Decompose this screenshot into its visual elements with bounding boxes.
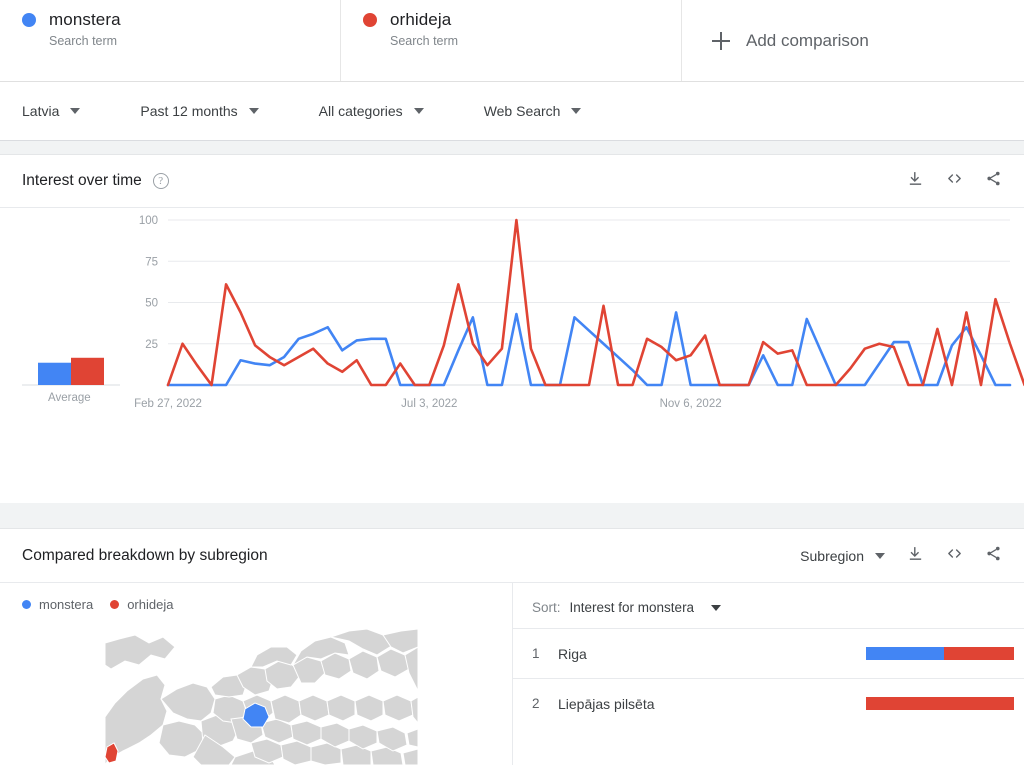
embed-icon[interactable] bbox=[945, 545, 964, 567]
filter-category[interactable]: All categories bbox=[319, 103, 424, 119]
subregion-level-label: Subregion bbox=[800, 548, 864, 564]
bar-segment-orhideja bbox=[944, 647, 1014, 660]
table-row[interactable]: 1 Riga bbox=[513, 628, 1024, 678]
section-spacer bbox=[0, 141, 1024, 155]
filters-bar: Latvia Past 12 months All categories Web… bbox=[0, 82, 1024, 141]
search-term-name: orhideja bbox=[390, 10, 451, 30]
region-name: Riga bbox=[558, 646, 866, 662]
add-comparison-button[interactable]: Add comparison bbox=[682, 0, 1024, 81]
plus-icon bbox=[712, 32, 730, 50]
map-svg bbox=[105, 625, 418, 765]
filter-time-range-label: Past 12 months bbox=[140, 103, 237, 119]
term-header: orhideja bbox=[363, 10, 681, 30]
filter-search-type[interactable]: Web Search bbox=[484, 103, 582, 119]
card-actions bbox=[907, 545, 1002, 567]
subregion-title: Compared breakdown by subregion bbox=[22, 547, 268, 565]
sort-value: Interest for monstera bbox=[570, 600, 695, 615]
bar-segment-monstera bbox=[866, 647, 944, 660]
table-row[interactable]: 2 Liepājas pilsēta bbox=[513, 678, 1024, 728]
sort-control[interactable]: Sort: Interest for monstera bbox=[513, 591, 1024, 628]
search-term-name: monstera bbox=[49, 10, 121, 30]
map-legend: monstera orhideja bbox=[22, 597, 512, 612]
average-label: Average bbox=[48, 392, 91, 404]
chevron-down-icon bbox=[414, 108, 424, 114]
subregion-level-dropdown[interactable]: Subregion bbox=[800, 548, 885, 564]
svg-text:25: 25 bbox=[145, 339, 158, 351]
chevron-down-icon bbox=[249, 108, 259, 114]
filter-location-label: Latvia bbox=[22, 103, 59, 119]
interest-over-time-header: Interest over time ? bbox=[0, 155, 1024, 208]
chevron-down-icon bbox=[711, 605, 721, 611]
series-dot-red bbox=[110, 600, 119, 609]
search-terms-bar: monstera Search term orhideja Search ter… bbox=[0, 0, 1024, 82]
card-actions bbox=[907, 170, 1002, 192]
filter-search-type-label: Web Search bbox=[484, 103, 561, 119]
legend-item-monstera: monstera bbox=[22, 597, 93, 612]
download-icon[interactable] bbox=[907, 545, 924, 567]
term-header: monstera bbox=[22, 10, 340, 30]
subregion-map-column: monstera orhideja bbox=[0, 583, 512, 765]
sort-label: Sort: bbox=[532, 600, 561, 615]
chevron-down-icon bbox=[571, 108, 581, 114]
filter-location[interactable]: Latvia bbox=[22, 103, 80, 119]
add-comparison-label: Add comparison bbox=[746, 31, 869, 51]
latvia-choropleth-map[interactable] bbox=[105, 625, 418, 765]
region-share-bar bbox=[866, 697, 1014, 710]
page-title: Interest over time bbox=[22, 172, 142, 190]
embed-icon[interactable] bbox=[945, 170, 964, 192]
download-icon[interactable] bbox=[907, 170, 924, 192]
search-term-card-0[interactable]: monstera Search term bbox=[0, 0, 341, 81]
subregion-header: Compared breakdown by subregion Subregio… bbox=[0, 529, 1024, 583]
region-name: Liepājas pilsēta bbox=[558, 696, 866, 712]
interest-over-time-card: Interest over time ? 25 50 75 100 Feb 27, 20… bbox=[0, 155, 1024, 503]
search-term-sublabel: Search term bbox=[49, 34, 340, 48]
bar-segment-orhideja bbox=[866, 697, 1014, 710]
svg-text:75: 75 bbox=[145, 256, 158, 268]
subregion-list-column: Sort: Interest for monstera 1 Riga 2 Lie… bbox=[512, 583, 1024, 765]
svg-text:100: 100 bbox=[139, 215, 158, 227]
legend-label: monstera bbox=[39, 597, 93, 612]
section-spacer bbox=[0, 503, 1024, 529]
series-dot-blue bbox=[22, 13, 36, 27]
trend-line-chart[interactable]: 25 50 75 100 Feb 27, 2022 Jul 3, 2022 Nov 6, 2… bbox=[0, 208, 1024, 503]
svg-text:50: 50 bbox=[145, 298, 158, 310]
interest-over-time-chart: 25 50 75 100 Feb 27, 2022 Jul 3, 2022 Nov 6, 2… bbox=[0, 208, 1024, 503]
search-term-sublabel: Search term bbox=[390, 34, 681, 48]
search-term-card-1[interactable]: orhideja Search term bbox=[341, 0, 682, 81]
series-dot-red bbox=[363, 13, 377, 27]
region-rank: 1 bbox=[532, 646, 558, 661]
share-icon[interactable] bbox=[985, 170, 1002, 192]
subregion-card: Compared breakdown by subregion Subregio… bbox=[0, 529, 1024, 765]
region-share-bar bbox=[866, 647, 1014, 660]
svg-text:Nov 6, 2022: Nov 6, 2022 bbox=[660, 398, 722, 410]
legend-item-orhideja: orhideja bbox=[110, 597, 173, 612]
filter-category-label: All categories bbox=[319, 103, 403, 119]
help-icon[interactable]: ? bbox=[153, 173, 169, 189]
region-rank: 2 bbox=[532, 696, 558, 711]
svg-text:Jul 3, 2022: Jul 3, 2022 bbox=[401, 398, 457, 410]
svg-text:Feb 27, 2022: Feb 27, 2022 bbox=[134, 398, 202, 410]
subregion-body: monstera orhideja bbox=[0, 583, 1024, 765]
filter-time-range[interactable]: Past 12 months bbox=[140, 103, 258, 119]
chevron-down-icon bbox=[70, 108, 80, 114]
legend-label: orhideja bbox=[127, 597, 173, 612]
series-dot-blue bbox=[22, 600, 31, 609]
chevron-down-icon bbox=[875, 553, 885, 559]
share-icon[interactable] bbox=[985, 545, 1002, 567]
